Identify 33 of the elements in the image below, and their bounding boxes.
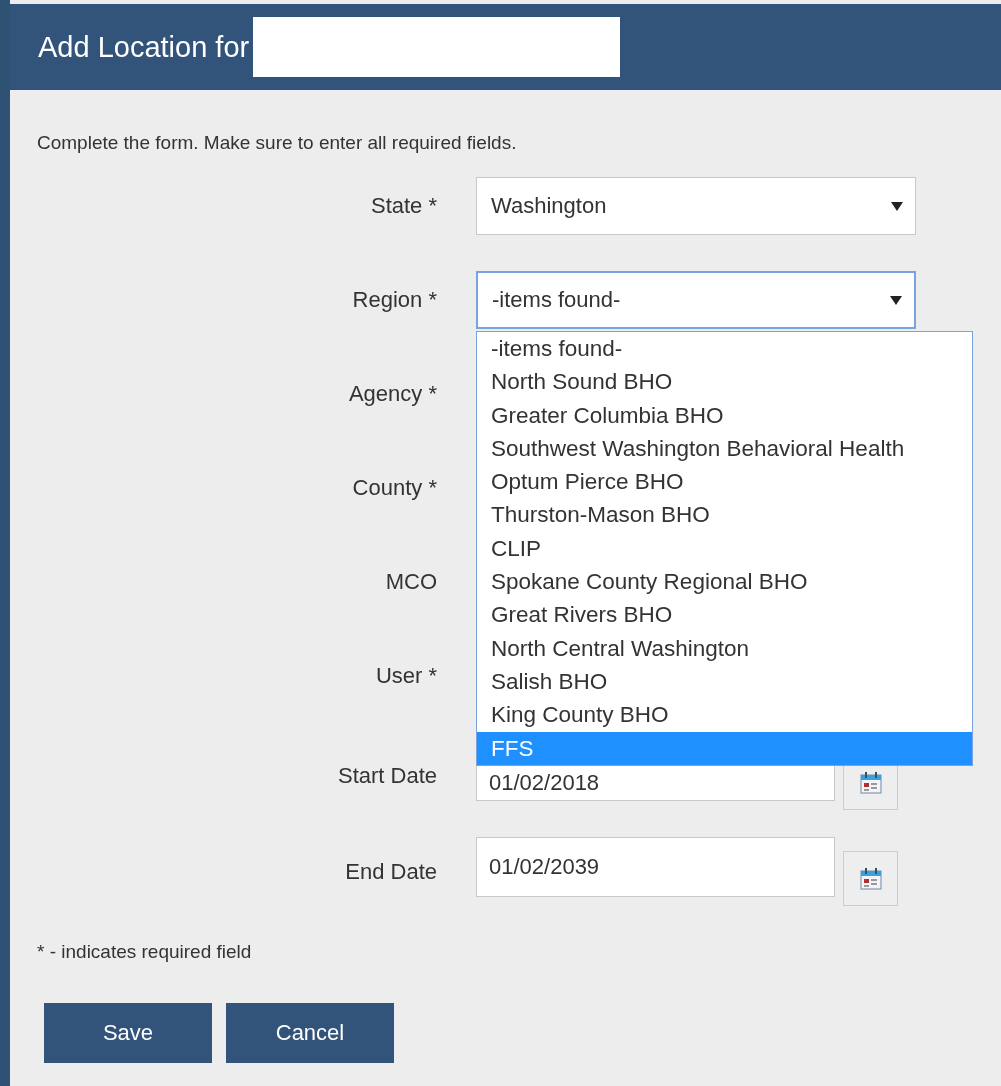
field-label: End Date: [344, 858, 437, 885]
field-label: MCO: [384, 569, 437, 595]
dropdown-option[interactable]: Southwest Washington Behavioral Health: [477, 431, 972, 466]
dropdown-field[interactable]: -items found-: [476, 271, 916, 329]
dropdown-field[interactable]: Washington: [476, 177, 916, 235]
dropdown-option[interactable]: North Sound BHO: [477, 365, 972, 399]
dropdown-option[interactable]: Greater Columbia BHO: [477, 398, 972, 432]
dropdown-option[interactable]: North Central Washington: [477, 631, 972, 665]
field-label: Region *: [351, 287, 437, 313]
caret-icon: [890, 295, 902, 305]
calendar-button[interactable]: [843, 851, 898, 906]
date-field[interactable]: 01/02/2039: [476, 837, 835, 897]
field-label: User *: [374, 663, 437, 689]
dropdown-option[interactable]: Great Rivers BHO: [477, 598, 972, 632]
field-label: State *: [369, 193, 437, 219]
calendar-icon: [858, 770, 883, 795]
caret-icon: [891, 201, 903, 211]
field-label: County *: [351, 475, 437, 501]
dropdown-option[interactable]: Thurston-Mason BHO: [477, 498, 972, 532]
dropdown-option[interactable]: CLIP: [477, 531, 972, 566]
field-label: Start Date: [336, 762, 437, 789]
form-button[interactable]: Save: [44, 1003, 212, 1063]
dropdown-option[interactable]: Optum Pierce BHO: [477, 465, 972, 499]
required-note: * - indicates required field: [37, 941, 253, 963]
field-label: Agency *: [347, 381, 437, 407]
window-title: Add Location for: [38, 30, 250, 64]
dropdown-option[interactable]: Spokane County Regional BHO: [477, 565, 972, 599]
dropdown-option[interactable]: King County BHO: [477, 698, 972, 732]
dropdown-option[interactable]: Salish BHO: [477, 664, 972, 699]
instructions-text: Complete the form. Make sure to enter all required fields.: [37, 131, 518, 155]
form-button[interactable]: Cancel: [226, 1003, 394, 1063]
dropdown-option[interactable]: -items found-: [477, 332, 972, 366]
calendar-icon: [858, 866, 883, 891]
